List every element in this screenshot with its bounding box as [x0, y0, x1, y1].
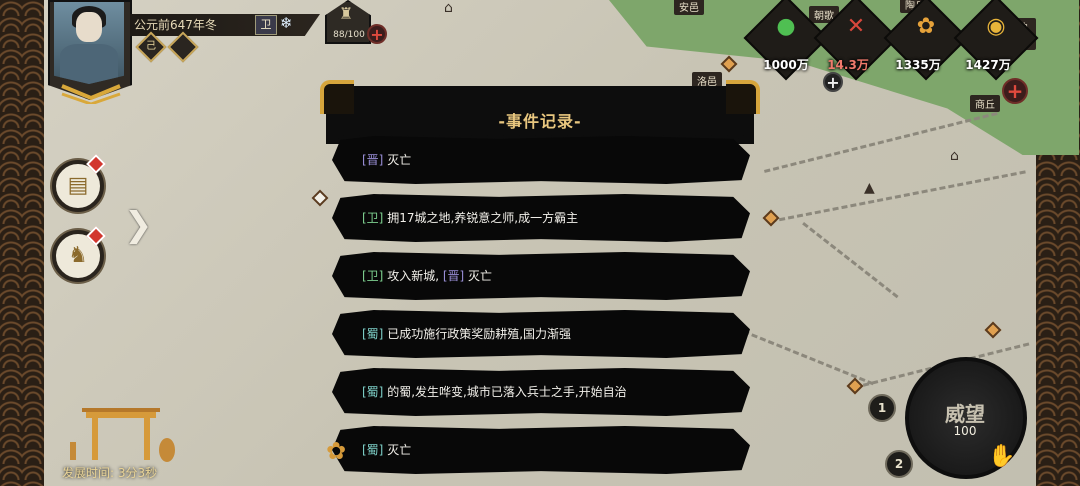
event-message: 灭亡 [383, 443, 412, 457]
hand-icon[interactable]: ✋ [988, 444, 1015, 469]
wheat-icon: ✿ [916, 14, 936, 39]
snowflake-icon: ❄ [280, 14, 293, 32]
event-faction-tag: [卫] [362, 269, 384, 283]
event-text: [晋] 灭亡 [362, 136, 411, 184]
person-icon: ● [776, 14, 796, 39]
flower-icon: ✿ [326, 437, 347, 465]
map-route [770, 170, 1026, 223]
event-faction-tag: [卫] [362, 211, 384, 225]
city-icon[interactable]: ⌂ [950, 148, 959, 164]
event-faction-tag: [晋] [362, 153, 384, 167]
event-faction-tag: [晋] [442, 269, 465, 283]
city-gate-icon[interactable] [62, 402, 182, 462]
map-route [764, 111, 998, 173]
avatar-body [60, 44, 118, 84]
event-message: 灭亡 [383, 153, 412, 167]
event-item: [卫] 攻入新城, [晋] 灭亡 [332, 252, 750, 300]
event-faction-tag: [蜀] [362, 327, 384, 341]
coin-icon: ◉ [986, 14, 1006, 39]
badge-label: 己 [146, 41, 156, 52]
badge-label [174, 38, 192, 56]
resource-military-value: 14.3万 [827, 58, 869, 72]
event-message: 灭亡 [464, 269, 493, 283]
slot-badge-1[interactable]: 1 [868, 394, 896, 422]
event-text: [卫] 攻入新城, [晋] 灭亡 [362, 252, 492, 300]
event-item: [蜀] 已成功施行政策奖励耕殖,国力渐强 [332, 310, 750, 358]
soldier-icon: ♜ [339, 4, 354, 23]
event-message: 拥17城之地,养锐意之师,成一方霸主 [383, 211, 579, 225]
event-text: [蜀] 灭亡 [362, 426, 411, 474]
event-item: [蜀] 灭亡 [332, 426, 750, 474]
resource-grain-value: 1335万 [895, 58, 941, 72]
event-message: 已成功施行政策奖励耕殖,国力渐强 [383, 327, 572, 341]
expand-arrow-icon[interactable]: ❯ [124, 205, 153, 245]
game-screen: 安邑 朝歌 陶丘 曲阜 洛邑 商丘 ▲ ⌂ ⌂ 公元前647年冬 卫 ❄ 己 ♜… [0, 0, 1080, 486]
event-faction-tag: [蜀] [362, 385, 384, 399]
avatar-head [76, 12, 102, 42]
rank-chevrons-icon [61, 84, 121, 104]
event-message: 攻入新城, [383, 269, 443, 283]
faction-tag[interactable]: 卫 [255, 15, 277, 35]
development-time: 发展时间: 3分3秒 [62, 466, 158, 480]
event-message: 的蜀,发生哗变,城市已落入兵士之手,开始自治 [383, 385, 627, 399]
event-log-panel: -事件记录- [晋] 灭亡 [卫] 拥17城之地,养锐意之师,成一方霸主 [卫]… [320, 80, 760, 486]
city-icon[interactable]: ⌂ [444, 0, 453, 16]
event-text: [蜀] 已成功施行政策奖励耕殖,国力渐强 [362, 310, 571, 358]
map-label: 商丘 [970, 95, 1000, 112]
event-item: [蜀] 的蜀,发生哗变,城市已落入兵士之手,开始自治 [332, 368, 750, 416]
prestige-label: 威望 [945, 402, 985, 426]
era-date: 公元前647年冬 [134, 18, 217, 32]
slot-badge-2[interactable]: 2 [885, 450, 913, 478]
left-border [0, 0, 44, 486]
weapon-icon: ✕ [846, 14, 866, 39]
add-military-button[interactable]: + [823, 72, 843, 92]
prestige-value: 100 [953, 424, 977, 438]
army-unit-icon[interactable]: ▲ [864, 180, 875, 196]
event-text: [卫] 拥17城之地,养锐意之师,成一方霸主 [362, 194, 578, 242]
map-label: 安邑 [674, 0, 704, 15]
event-text: [蜀] 的蜀,发生哗变,城市已落入兵士之手,开始自治 [362, 368, 627, 416]
city-node[interactable] [984, 321, 1002, 339]
ruler-avatar[interactable] [54, 2, 124, 84]
army-count: 88/100 [333, 30, 365, 40]
resource-gold-value: 1427万 [965, 58, 1011, 72]
event-item: [卫] 拥17城之地,养锐意之师,成一方霸主 [332, 194, 750, 242]
city-node[interactable] [720, 55, 738, 73]
event-log-title: -事件记录- [498, 112, 582, 131]
city-node[interactable] [762, 209, 780, 227]
event-faction-tag: [蜀] [362, 443, 384, 457]
add-army-button[interactable]: + [367, 24, 387, 44]
event-item: [晋] 灭亡 [332, 136, 750, 184]
map-route [802, 222, 899, 299]
add-resource-button[interactable]: + [1002, 78, 1028, 104]
